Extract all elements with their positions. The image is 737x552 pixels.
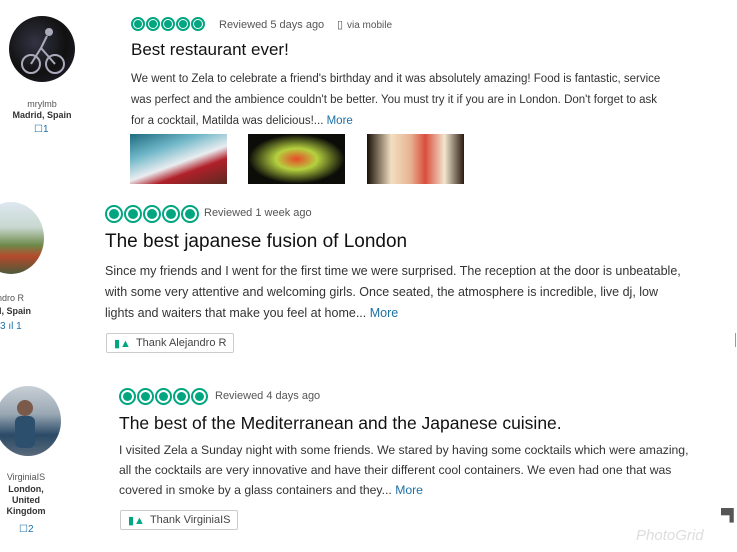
rating-bubble [124,205,142,223]
review-text: Since my friends and I went for the firs… [105,261,690,324]
review-date: Reviewed 4 days ago [215,390,321,402]
reviewer-avatar[interactable] [0,386,61,456]
review-text: I visited Zela a Sunday night with some … [119,440,694,500]
rating-bubble [191,17,205,31]
rating-bubble [119,388,136,405]
reviewer-review-count[interactable]: ☐1 [34,124,49,136]
reviewer-avatar[interactable] [0,202,44,274]
more-link[interactable]: More [327,115,353,127]
review-photo[interactable] [130,134,227,184]
reviewer-name[interactable]: mrylmb [0,99,84,110]
thank-reviewer-button[interactable]: ▮▲ Thank Alejandro R [106,333,235,353]
rating-bubble [181,205,199,223]
review-photo[interactable] [367,134,464,184]
rating-bubble [105,205,123,223]
rating-bubble [191,388,208,405]
thank-label: Thank VirginiaIS [149,514,231,526]
flag-icon[interactable]: ▀▌ [721,508,737,522]
thank-label: Thank Alejandro R [135,337,227,349]
reviewer-location: Madrid, Spain [12,110,72,120]
rating-bubble [131,17,145,31]
more-link[interactable]: More [370,306,398,320]
via-mobile: via mobile [347,20,393,31]
reviewer-name[interactable]: andro R [0,293,42,304]
reviewer-name[interactable]: VirginiaIS [0,472,52,483]
review-text-body: We went to Zela to celebrate a friend's … [131,73,661,127]
divider [735,333,736,347]
review-text: We went to Zela to celebrate a friend's … [131,69,666,132]
review-photo[interactable] [248,134,345,184]
review-date: Reviewed 5 days ago [219,19,325,31]
reviewer-review-count[interactable]: ☐2 [19,524,34,536]
reviewer-review-count[interactable]: 3 ıl 1 [0,321,22,333]
rating-bubble [161,17,175,31]
mobile-icon: ▯ [337,19,344,31]
reviewer-location: London, United Kingdom [6,484,46,516]
review-title[interactable]: The best japanese fusion of London [105,231,407,253]
person-avatar-image [15,400,35,448]
rating-bubble [155,388,172,405]
review-date: Reviewed 1 week ago [204,207,312,219]
thank-reviewer-button[interactable]: ▮▲ Thank VirginiaIS [120,510,239,530]
review-title[interactable]: The best of the Mediterranean and the Ja… [119,413,562,434]
cyclist-avatar-image [21,28,65,74]
rating-bubble [137,388,154,405]
rating-bubble [176,17,190,31]
more-link[interactable]: More [395,483,423,497]
rating-bubble [173,388,190,405]
thumbs-up-icon: ▮▲ [128,514,145,527]
review-title[interactable]: Best restaurant ever! [131,40,289,60]
reviewer-location: d, Spain [0,306,32,316]
rating-bubble [146,17,160,31]
thumbs-up-icon: ▮▲ [114,337,131,350]
rating-bubbles [119,388,208,405]
reviewer-avatar[interactable] [9,16,75,82]
rating-bubbles [105,205,199,223]
rating-bubble [143,205,161,223]
rating-bubble [162,205,180,223]
rating-bubbles [131,17,205,31]
watermark: PhotoGrid [636,527,704,544]
